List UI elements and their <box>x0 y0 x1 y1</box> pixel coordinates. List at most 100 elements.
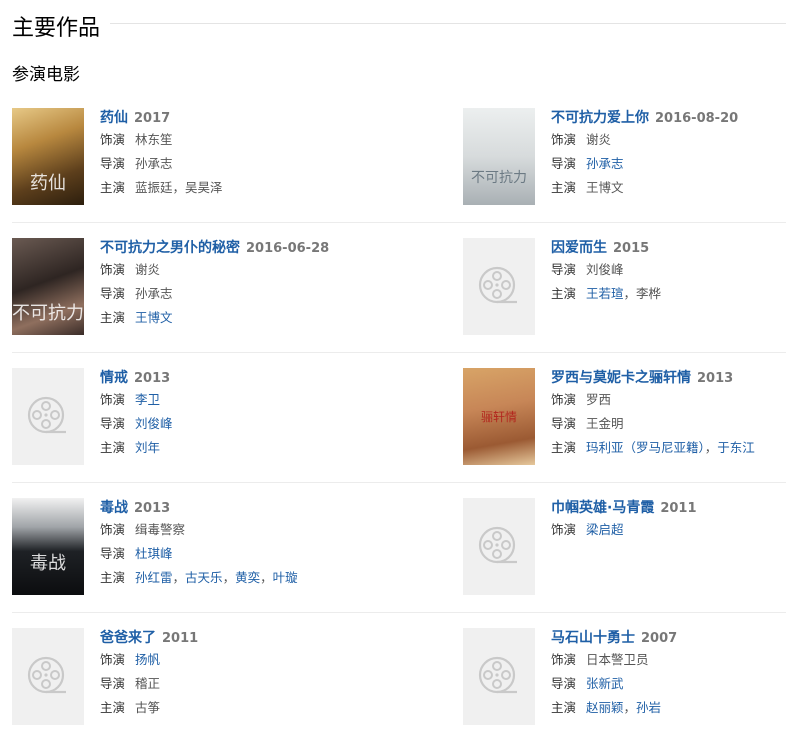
credit-label: 饰演 <box>100 132 126 147</box>
credit-line: 饰演 梁启超 <box>551 518 697 542</box>
person-link[interactable]: 李卫 <box>135 392 160 407</box>
film-poster-placeholder[interactable] <box>463 628 535 725</box>
film-year: 2013 <box>697 371 734 386</box>
person-link[interactable]: 于东江 <box>717 440 755 455</box>
name-separator: ， <box>222 570 236 585</box>
film-year: 2011 <box>660 501 697 516</box>
film-item: 马石山十勇士 2007 饰演 日本警卫员 导演 张新武 主演 赵丽颖，孙岩 <box>463 613 786 742</box>
person-link[interactable]: 孙承志 <box>586 156 624 171</box>
credit-label: 导演 <box>551 262 577 277</box>
person-link[interactable]: 刘俊峰 <box>135 416 173 431</box>
credit-label: 饰演 <box>551 132 577 147</box>
person-link[interactable]: 张新武 <box>586 676 624 691</box>
credit-label: 饰演 <box>100 652 126 667</box>
person-name: 罗西 <box>586 392 612 407</box>
film-title-line: 巾帼英雄·马青霞 2011 <box>551 496 697 518</box>
film-title-link[interactable]: 因爱而生 <box>551 240 607 256</box>
credit-line: 导演 杜琪峰 <box>100 542 298 566</box>
film-poster-placeholder[interactable] <box>12 628 84 725</box>
person-link[interactable]: 黄奕 <box>235 570 260 585</box>
credit-label: 导演 <box>100 676 126 691</box>
film-title-link[interactable]: 情戒 <box>100 370 128 386</box>
credit-line: 饰演 日本警卫员 <box>551 648 677 672</box>
person-link[interactable]: 杜琪峰 <box>135 546 173 561</box>
credit-label: 导演 <box>100 286 126 301</box>
film-info: 药仙 2017 饰演 林东笙 导演 孙承志 主演 蓝振廷，吴昊泽 <box>84 108 223 222</box>
section-title: 参演电影 <box>12 65 80 85</box>
poster-text: 不可抗力 <box>12 303 84 324</box>
film-grid: 药仙 药仙 2017 饰演 林东笙 导演 孙承志 主演 蓝振廷，吴昊泽 不可抗力 不可抗力爱上… <box>12 93 786 742</box>
film-year: 2016-08-20 <box>655 111 739 126</box>
film-title-link[interactable]: 巾帼英雄·马青霞 <box>551 500 654 516</box>
film-title-link[interactable]: 马石山十勇士 <box>551 630 635 646</box>
film-title-link[interactable]: 不可抗力之男仆的秘密 <box>100 240 240 256</box>
film-title-link[interactable]: 药仙 <box>100 110 128 126</box>
film-poster-placeholder[interactable] <box>463 498 535 595</box>
credit-label: 饰演 <box>551 522 577 537</box>
person-name: 孙承志 <box>135 286 173 301</box>
film-row: 药仙 药仙 2017 饰演 林东笙 导演 孙承志 主演 蓝振廷，吴昊泽 不可抗力 不可抗力爱上… <box>12 93 786 223</box>
credit-line: 主演 刘年 <box>100 436 173 460</box>
film-info: 因爱而生 2015 导演 刘俊峰 主演 王若瑄，李桦 <box>535 238 661 352</box>
film-item: 巾帼英雄·马青霞 2011 饰演 梁启超 <box>463 483 786 612</box>
film-item: 不可抗力 不可抗力之男仆的秘密 2016-06-28 饰演 谢炎 导演 孙承志 主演 王博文 <box>12 223 463 352</box>
person-link[interactable]: 叶璇 <box>273 570 298 585</box>
credit-label: 导演 <box>551 416 577 431</box>
film-row: 不可抗力 不可抗力之男仆的秘密 2016-06-28 饰演 谢炎 导演 孙承志 主演 王博文 … <box>12 223 786 353</box>
film-title-link[interactable]: 爸爸来了 <box>100 630 156 646</box>
credit-line: 主演 王博文 <box>551 176 738 200</box>
person-name: 古筝 <box>135 700 161 715</box>
credit-line: 饰演 缉毒警察 <box>100 518 298 542</box>
film-poster[interactable]: 药仙 <box>12 108 84 205</box>
film-item: 药仙 药仙 2017 饰演 林东笙 导演 孙承志 主演 蓝振廷，吴昊泽 <box>12 93 463 222</box>
person-name: 刘俊峰 <box>586 262 624 277</box>
person-link[interactable]: 扬帆 <box>135 652 160 667</box>
credit-label: 主演 <box>551 700 577 715</box>
person-link[interactable]: 赵丽颖 <box>586 700 624 715</box>
poster-text: 不可抗力 <box>471 170 527 186</box>
credit-label: 导演 <box>551 676 577 691</box>
film-year: 2017 <box>134 111 171 126</box>
film-year: 2011 <box>162 631 199 646</box>
film-poster-placeholder[interactable] <box>12 368 84 465</box>
credit-line: 主演 玛利亚（罗马尼亚籍），于东江 <box>551 436 755 460</box>
credit-label: 导演 <box>100 156 126 171</box>
film-poster[interactable]: 不可抗力 <box>12 238 84 335</box>
film-year: 2007 <box>641 631 678 646</box>
film-reel-icon <box>478 266 517 303</box>
credit-label: 饰演 <box>100 522 126 537</box>
film-item: 骊轩情 罗西与莫妮卡之骊轩情 2013 饰演 罗西 导演 王金明 主演 玛利亚（罗马尼亚籍），… <box>463 353 786 482</box>
person-name: 谢炎 <box>586 132 612 147</box>
film-poster[interactable]: 毒战 <box>12 498 84 595</box>
person-link[interactable]: 古天乐 <box>185 570 223 585</box>
person-name: 缉毒警察 <box>135 522 186 537</box>
person-link[interactable]: 梁启超 <box>586 522 624 537</box>
film-row: 爸爸来了 2011 饰演 扬帆 导演 稽正 主演 古筝 马石山十勇士 2007 饰演 日本警卫员 导演… <box>12 613 786 742</box>
name-separator: ， <box>260 570 273 585</box>
film-title-link[interactable]: 不可抗力爱上你 <box>551 110 649 126</box>
person-link[interactable]: 王若瑄 <box>586 286 624 301</box>
film-title-link[interactable]: 毒战 <box>100 500 128 516</box>
name-separator: ， <box>623 286 637 301</box>
person-link[interactable]: 孙红雷 <box>135 570 173 585</box>
film-title-line: 不可抗力爱上你 2016-08-20 <box>551 106 738 128</box>
credit-label: 主演 <box>100 440 126 455</box>
credit-line: 导演 刘俊峰 <box>551 258 661 282</box>
poster-text: 毒战 <box>30 553 66 574</box>
film-info: 情戒 2013 饰演 李卫 导演 刘俊峰 主演 刘年 <box>84 368 173 482</box>
credit-line: 主演 王博文 <box>100 306 329 330</box>
person-link[interactable]: 玛利亚（罗马尼亚籍） <box>586 440 705 455</box>
person-link[interactable]: 孙岩 <box>636 700 661 715</box>
film-poster-placeholder[interactable] <box>463 238 535 335</box>
credit-line: 主演 孙红雷，古天乐，黄奕，叶璇 <box>100 566 298 590</box>
person-link[interactable]: 刘年 <box>135 440 160 455</box>
film-title-link[interactable]: 罗西与莫妮卡之骊轩情 <box>551 370 691 386</box>
credit-line: 主演 王若瑄，李桦 <box>551 282 661 306</box>
film-poster[interactable]: 骊轩情 <box>463 368 535 465</box>
film-poster[interactable]: 不可抗力 <box>463 108 535 205</box>
credit-line: 饰演 罗西 <box>551 388 755 412</box>
film-row: 情戒 2013 饰演 李卫 导演 刘俊峰 主演 刘年 骊轩情 罗西与莫妮卡之骊轩情 2013 饰演… <box>12 353 786 483</box>
person-name: 稽正 <box>135 676 161 691</box>
person-link[interactable]: 王博文 <box>135 310 173 325</box>
credit-line: 主演 蓝振廷，吴昊泽 <box>100 176 223 200</box>
